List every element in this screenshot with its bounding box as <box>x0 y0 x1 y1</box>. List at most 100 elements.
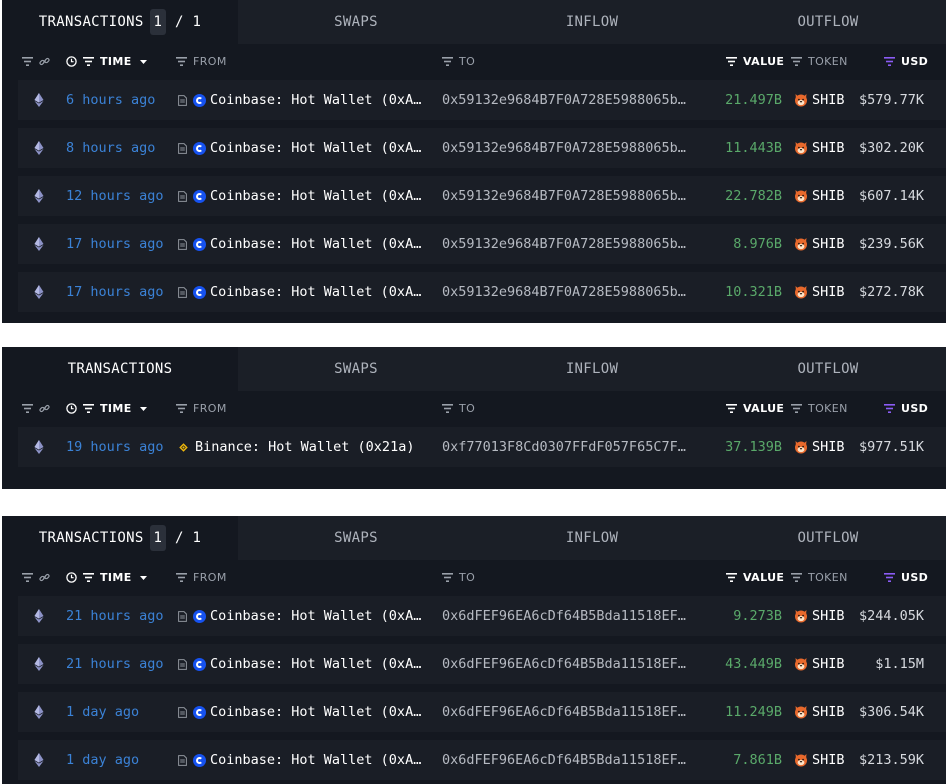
time-link[interactable]: 12 hours ago <box>66 176 164 216</box>
column-usd[interactable]: USD <box>884 560 928 594</box>
value-amount: 8.976B <box>733 236 782 252</box>
to-address[interactable]: 0x59132e9684B7F0A728E5988065b… <box>442 128 686 168</box>
from-address[interactable]: Coinbase: Hot Wallet (0xA… <box>178 692 421 732</box>
column-from[interactable]: FROM <box>176 391 227 425</box>
from-address[interactable]: Coinbase: Hot Wallet (0xA… <box>178 80 421 120</box>
clock-icon <box>66 402 77 414</box>
tab-bar: TRANSACTIONS SWAPS INFLOW OUTFLOW <box>2 347 946 391</box>
time-link[interactable]: 6 hours ago <box>66 80 155 120</box>
column-time-label: TIME <box>100 570 132 584</box>
column-value[interactable]: VALUE <box>726 560 784 594</box>
token-link[interactable]: SHIB <box>794 644 845 684</box>
filter-icon <box>442 56 453 67</box>
coinbase-icon <box>193 93 206 107</box>
column-token[interactable]: TOKEN <box>791 391 848 425</box>
column-to[interactable]: TO <box>442 560 475 594</box>
to-address[interactable]: 0xf77013F8Cd0307FFdF057F65C7F… <box>442 427 686 467</box>
from-address[interactable]: Coinbase: Hot Wallet (0xA… <box>178 176 421 216</box>
from-address[interactable]: Coinbase: Hot Wallet (0xA… <box>178 596 421 636</box>
column-from[interactable]: FROM <box>176 560 227 594</box>
column-time[interactable]: TIME <box>66 560 155 594</box>
to-address[interactable]: 0x6dFEF96EA6cDf64B5Bda11518EF… <box>442 740 686 780</box>
token-link[interactable]: SHIB <box>794 427 845 467</box>
time-link[interactable]: 1 day ago <box>66 692 139 732</box>
token-link[interactable]: SHIB <box>794 80 845 120</box>
pagination[interactable]: 1 / 1 <box>149 525 202 551</box>
token-link[interactable]: SHIB <box>794 740 845 780</box>
table-row[interactable]: 12 hours ago Coinbase: Hot Wallet (0xA… 0x… <box>18 176 946 216</box>
time-link[interactable]: 21 hours ago <box>66 596 164 636</box>
token-link[interactable]: SHIB <box>794 128 845 168</box>
from-address[interactable]: Coinbase: Hot Wallet (0xA… <box>178 740 421 780</box>
column-to[interactable]: TO <box>442 44 475 78</box>
column-usd[interactable]: USD <box>884 44 928 78</box>
column-token[interactable]: TOKEN <box>791 560 848 594</box>
pagination[interactable]: 1 / 1 <box>149 9 202 35</box>
ethereum-icon <box>34 740 44 780</box>
token-symbol: SHIB <box>812 236 845 252</box>
table-row[interactable]: 6 hours ago Coinbase: Hot Wallet (0xA… 0x5… <box>18 80 946 120</box>
to-address[interactable]: 0x6dFEF96EA6cDf64B5Bda11518EF… <box>442 644 686 684</box>
table-row[interactable]: 1 day ago Coinbase: Hot Wallet (0xA… 0x6dF… <box>18 692 946 732</box>
tab-outflow[interactable]: OUTFLOW <box>710 516 946 560</box>
table-row[interactable]: 8 hours ago Coinbase: Hot Wallet (0xA… 0x5… <box>18 128 946 168</box>
column-time[interactable]: TIME <box>66 44 155 78</box>
shiba-inu-icon <box>794 141 808 155</box>
token-link[interactable]: SHIB <box>794 176 845 216</box>
from-address[interactable]: Coinbase: Hot Wallet (0xA… <box>178 644 421 684</box>
column-filter-link[interactable] <box>22 44 56 78</box>
time-link[interactable]: 19 hours ago <box>66 427 164 467</box>
time-link[interactable]: 17 hours ago <box>66 272 164 312</box>
tab-inflow[interactable]: INFLOW <box>474 347 710 391</box>
column-from[interactable]: FROM <box>176 44 227 78</box>
tab-transactions[interactable]: TRANSACTIONS 1 / 1 <box>2 516 238 560</box>
token-symbol: SHIB <box>812 752 845 768</box>
time-link[interactable]: 17 hours ago <box>66 224 164 264</box>
tab-swaps[interactable]: SWAPS <box>238 347 474 391</box>
column-token[interactable]: TOKEN <box>791 44 848 78</box>
tab-inflow[interactable]: INFLOW <box>474 0 710 44</box>
tab-swaps-label: SWAPS <box>334 14 378 30</box>
tab-outflow[interactable]: OUTFLOW <box>710 0 946 44</box>
tab-transactions[interactable]: TRANSACTIONS <box>2 347 238 391</box>
tab-swaps[interactable]: SWAPS <box>238 0 474 44</box>
from-address[interactable]: Coinbase: Hot Wallet (0xA… <box>178 224 421 264</box>
column-filter-link[interactable] <box>22 391 56 425</box>
table-row[interactable]: 17 hours ago Coinbase: Hot Wallet (0xA… 0x… <box>18 224 946 264</box>
token-link[interactable]: SHIB <box>794 272 845 312</box>
link-icon <box>39 56 50 67</box>
table-row[interactable]: 19 hours ago Binance: Hot Wallet (0x21a) 0… <box>18 427 946 467</box>
to-address[interactable]: 0x59132e9684B7F0A728E5988065b… <box>442 80 686 120</box>
column-value[interactable]: VALUE <box>726 44 784 78</box>
time-link[interactable]: 1 day ago <box>66 740 139 780</box>
to-address[interactable]: 0x59132e9684B7F0A728E5988065b… <box>442 224 686 264</box>
link-icon <box>39 572 50 583</box>
token-link[interactable]: SHIB <box>794 692 845 732</box>
column-value[interactable]: VALUE <box>726 391 784 425</box>
column-to[interactable]: TO <box>442 391 475 425</box>
token-link[interactable]: SHIB <box>794 596 845 636</box>
document-icon <box>178 190 187 202</box>
table-row[interactable]: 17 hours ago Coinbase: Hot Wallet (0xA… 0x… <box>18 272 946 312</box>
to-address[interactable]: 0x6dFEF96EA6cDf64B5Bda11518EF… <box>442 692 686 732</box>
tab-transactions[interactable]: TRANSACTIONS 1 / 1 <box>2 0 238 44</box>
to-address[interactable]: 0x6dFEF96EA6cDf64B5Bda11518EF… <box>442 596 686 636</box>
column-filter-link[interactable] <box>22 560 56 594</box>
token-link[interactable]: SHIB <box>794 224 845 264</box>
shiba-inu-icon <box>794 93 808 107</box>
to-address[interactable]: 0x59132e9684B7F0A728E5988065b… <box>442 176 686 216</box>
time-link[interactable]: 8 hours ago <box>66 128 155 168</box>
table-row[interactable]: 21 hours ago Coinbase: Hot Wallet (0xA… 0x… <box>18 596 946 636</box>
to-address[interactable]: 0x59132e9684B7F0A728E5988065b… <box>442 272 686 312</box>
table-row[interactable]: 1 day ago Coinbase: Hot Wallet (0xA… 0x6dF… <box>18 740 946 780</box>
tab-swaps[interactable]: SWAPS <box>238 516 474 560</box>
from-address[interactable]: Coinbase: Hot Wallet (0xA… <box>178 128 421 168</box>
table-row[interactable]: 21 hours ago Coinbase: Hot Wallet (0xA… 0x… <box>18 644 946 684</box>
tab-inflow[interactable]: INFLOW <box>474 516 710 560</box>
column-time[interactable]: TIME <box>66 391 155 425</box>
tab-outflow[interactable]: OUTFLOW <box>710 347 946 391</box>
time-link[interactable]: 21 hours ago <box>66 644 164 684</box>
column-usd[interactable]: USD <box>884 391 928 425</box>
from-address[interactable]: Binance: Hot Wallet (0x21a) <box>178 427 414 467</box>
from-address[interactable]: Coinbase: Hot Wallet (0xA… <box>178 272 421 312</box>
